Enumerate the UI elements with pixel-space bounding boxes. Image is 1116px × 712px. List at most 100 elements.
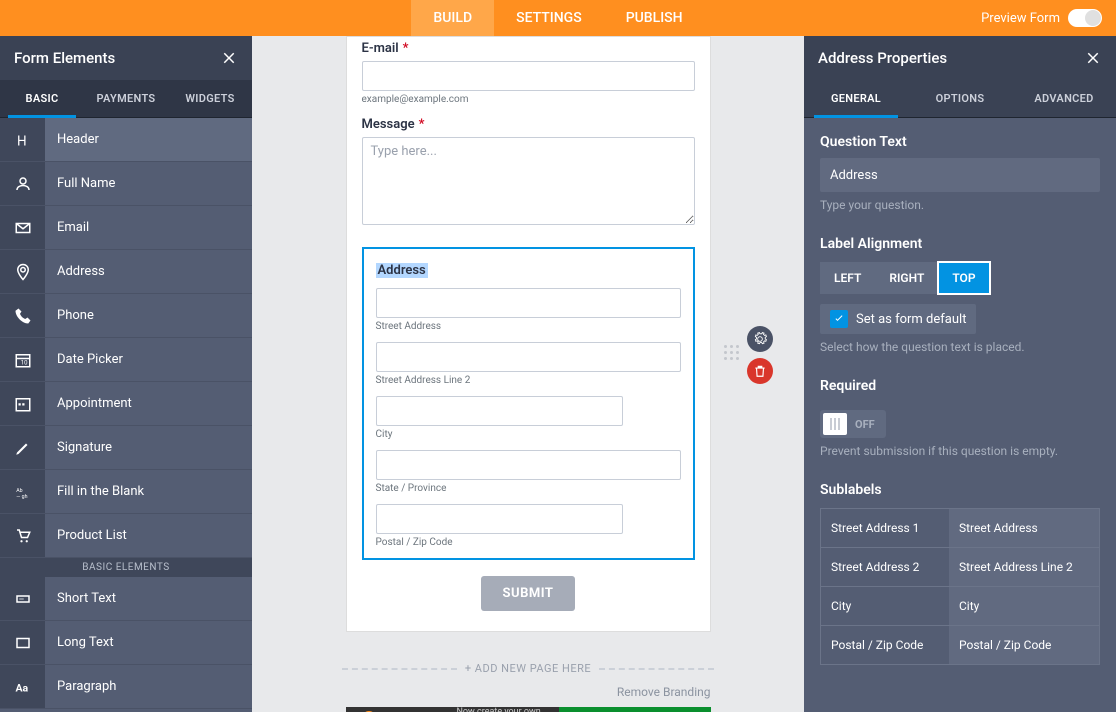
align-left[interactable]: LEFT bbox=[820, 262, 875, 294]
align-top[interactable]: TOP bbox=[938, 262, 989, 294]
street-input[interactable] bbox=[376, 288, 681, 318]
subl-val[interactable]: Street Address bbox=[949, 509, 1099, 547]
element-address[interactable]: Address bbox=[0, 250, 252, 294]
user-icon bbox=[0, 162, 45, 205]
appointment-icon bbox=[0, 382, 45, 425]
section-label: BASIC ELEMENTS bbox=[0, 558, 252, 577]
question-text-input[interactable] bbox=[820, 158, 1100, 192]
close-icon[interactable] bbox=[220, 49, 238, 67]
tab-publish[interactable]: PUBLISH bbox=[604, 0, 705, 36]
top-nav: BUILD SETTINGS PUBLISH Preview Form bbox=[0, 0, 1116, 36]
preview-label: Preview Form bbox=[981, 11, 1060, 26]
tab-payments[interactable]: PAYMENTS bbox=[84, 80, 168, 117]
tab-widgets[interactable]: WIDGETS bbox=[168, 80, 252, 117]
message-label: Message bbox=[362, 117, 415, 132]
shorttext-icon bbox=[0, 577, 45, 620]
paragraph-icon: Aa bbox=[0, 665, 45, 708]
element-fillblank[interactable]: Ab— gh Fill in the Blank bbox=[0, 470, 252, 514]
add-page-label: + ADD NEW PAGE HERE bbox=[465, 662, 591, 675]
element-label: Paragraph bbox=[45, 679, 116, 694]
subl-key: Street Address 1 bbox=[821, 509, 949, 547]
submit-button[interactable]: SUBMIT bbox=[481, 576, 576, 611]
tab-options[interactable]: OPTIONS bbox=[908, 80, 1012, 117]
close-icon[interactable] bbox=[1084, 49, 1102, 67]
element-longtext[interactable]: Long Text bbox=[0, 621, 252, 665]
element-shorttext[interactable]: Short Text bbox=[0, 577, 252, 621]
set-default-label: Set as form default bbox=[856, 312, 966, 327]
required-asterisk: * bbox=[419, 117, 425, 132]
element-fullname[interactable]: Full Name bbox=[0, 162, 252, 206]
cart-icon bbox=[0, 514, 45, 557]
svg-text:Ab: Ab bbox=[16, 488, 22, 494]
toggle-state: OFF bbox=[847, 418, 883, 431]
state-sub: State / Province bbox=[376, 483, 681, 494]
element-label: Fill in the Blank bbox=[45, 484, 144, 499]
calendar-icon: 10 bbox=[0, 338, 45, 381]
label-align-title: Label Alignment bbox=[820, 236, 1100, 252]
state-input[interactable] bbox=[376, 450, 681, 480]
element-date[interactable]: 10Date Picker bbox=[0, 338, 252, 382]
email-input[interactable] bbox=[362, 61, 695, 91]
element-label: Long Text bbox=[45, 635, 114, 650]
form-elements-panel: Form Elements BASIC PAYMENTS WIDGETS HHe… bbox=[0, 36, 252, 712]
address-block[interactable]: Address Street Address Street Address Li… bbox=[362, 247, 695, 560]
element-paragraph[interactable]: Aa Paragraph bbox=[0, 665, 252, 709]
drag-handle[interactable] bbox=[724, 340, 740, 364]
postal-input[interactable] bbox=[376, 504, 623, 534]
element-productlist[interactable]: Product List bbox=[0, 514, 252, 558]
tab-advanced[interactable]: ADVANCED bbox=[1012, 80, 1116, 117]
tab-basic[interactable]: BASIC bbox=[0, 80, 84, 117]
element-label: Phone bbox=[45, 308, 94, 323]
element-label: Appointment bbox=[45, 396, 132, 411]
longtext-icon bbox=[0, 621, 45, 664]
element-email[interactable]: Email bbox=[0, 206, 252, 250]
element-label: Short Text bbox=[45, 591, 116, 606]
subl-val[interactable]: Street Address Line 2 bbox=[949, 548, 1099, 586]
svg-text:Aa: Aa bbox=[15, 681, 28, 694]
street2-input[interactable] bbox=[376, 342, 681, 372]
tab-settings[interactable]: SETTINGS bbox=[494, 0, 604, 36]
banner-cta[interactable]: Create your own JotForm bbox=[559, 707, 711, 712]
element-signature[interactable]: Signature bbox=[0, 426, 252, 470]
postal-sub: Postal / Zip Code bbox=[376, 537, 681, 548]
city-input[interactable] bbox=[376, 396, 623, 426]
tab-general[interactable]: GENERAL bbox=[804, 80, 908, 117]
set-default[interactable]: Set as form default bbox=[820, 304, 976, 334]
form-card: E-mail* example@example.com Message* Add… bbox=[346, 36, 711, 632]
properties-title: Address Properties bbox=[818, 49, 947, 67]
trash-icon[interactable] bbox=[747, 358, 773, 384]
street2-sub: Street Address Line 2 bbox=[376, 375, 681, 386]
svg-text:— gh: — gh bbox=[16, 494, 27, 500]
add-page[interactable]: + ADD NEW PAGE HERE bbox=[342, 662, 714, 675]
subl-val[interactable]: City bbox=[949, 587, 1099, 625]
banner-text: Now create your own JotForm - It's free! bbox=[451, 707, 559, 712]
panel-title: Form Elements bbox=[14, 49, 115, 67]
message-input[interactable] bbox=[362, 137, 695, 225]
element-label: Product List bbox=[45, 528, 127, 543]
remove-branding[interactable]: Remove Branding bbox=[346, 685, 711, 699]
element-appointment[interactable]: Appointment bbox=[0, 382, 252, 426]
jotform-banner: ✎JotForm Now create your own JotForm - I… bbox=[346, 707, 711, 712]
city-sub: City bbox=[376, 429, 681, 440]
element-label: Email bbox=[45, 220, 89, 235]
properties-panel: Address Properties GENERAL OPTIONS ADVAN… bbox=[804, 36, 1116, 712]
question-text-hint: Type your question. bbox=[820, 198, 1100, 212]
phone-icon bbox=[0, 294, 45, 337]
address-label: Address bbox=[376, 263, 428, 278]
email-label: E-mail bbox=[362, 41, 399, 56]
form-stage: E-mail* example@example.com Message* Add… bbox=[252, 36, 804, 712]
subl-val[interactable]: Postal / Zip Code bbox=[949, 626, 1099, 664]
gear-icon[interactable] bbox=[747, 326, 773, 352]
preview-toggle[interactable] bbox=[1068, 9, 1102, 27]
required-hint: Prevent submission if this question is e… bbox=[820, 444, 1100, 458]
tab-build[interactable]: BUILD bbox=[411, 0, 494, 36]
svg-text:10: 10 bbox=[20, 359, 27, 366]
required-title: Required bbox=[820, 378, 1100, 394]
mail-icon bbox=[0, 206, 45, 249]
sublabels-table: Street Address 1Street Address Street Ad… bbox=[820, 508, 1100, 665]
question-text-title: Question Text bbox=[820, 134, 1100, 150]
element-header[interactable]: HHeader bbox=[0, 118, 252, 162]
element-phone[interactable]: Phone bbox=[0, 294, 252, 338]
align-right[interactable]: RIGHT bbox=[875, 262, 938, 294]
required-toggle[interactable]: OFF bbox=[820, 410, 886, 438]
